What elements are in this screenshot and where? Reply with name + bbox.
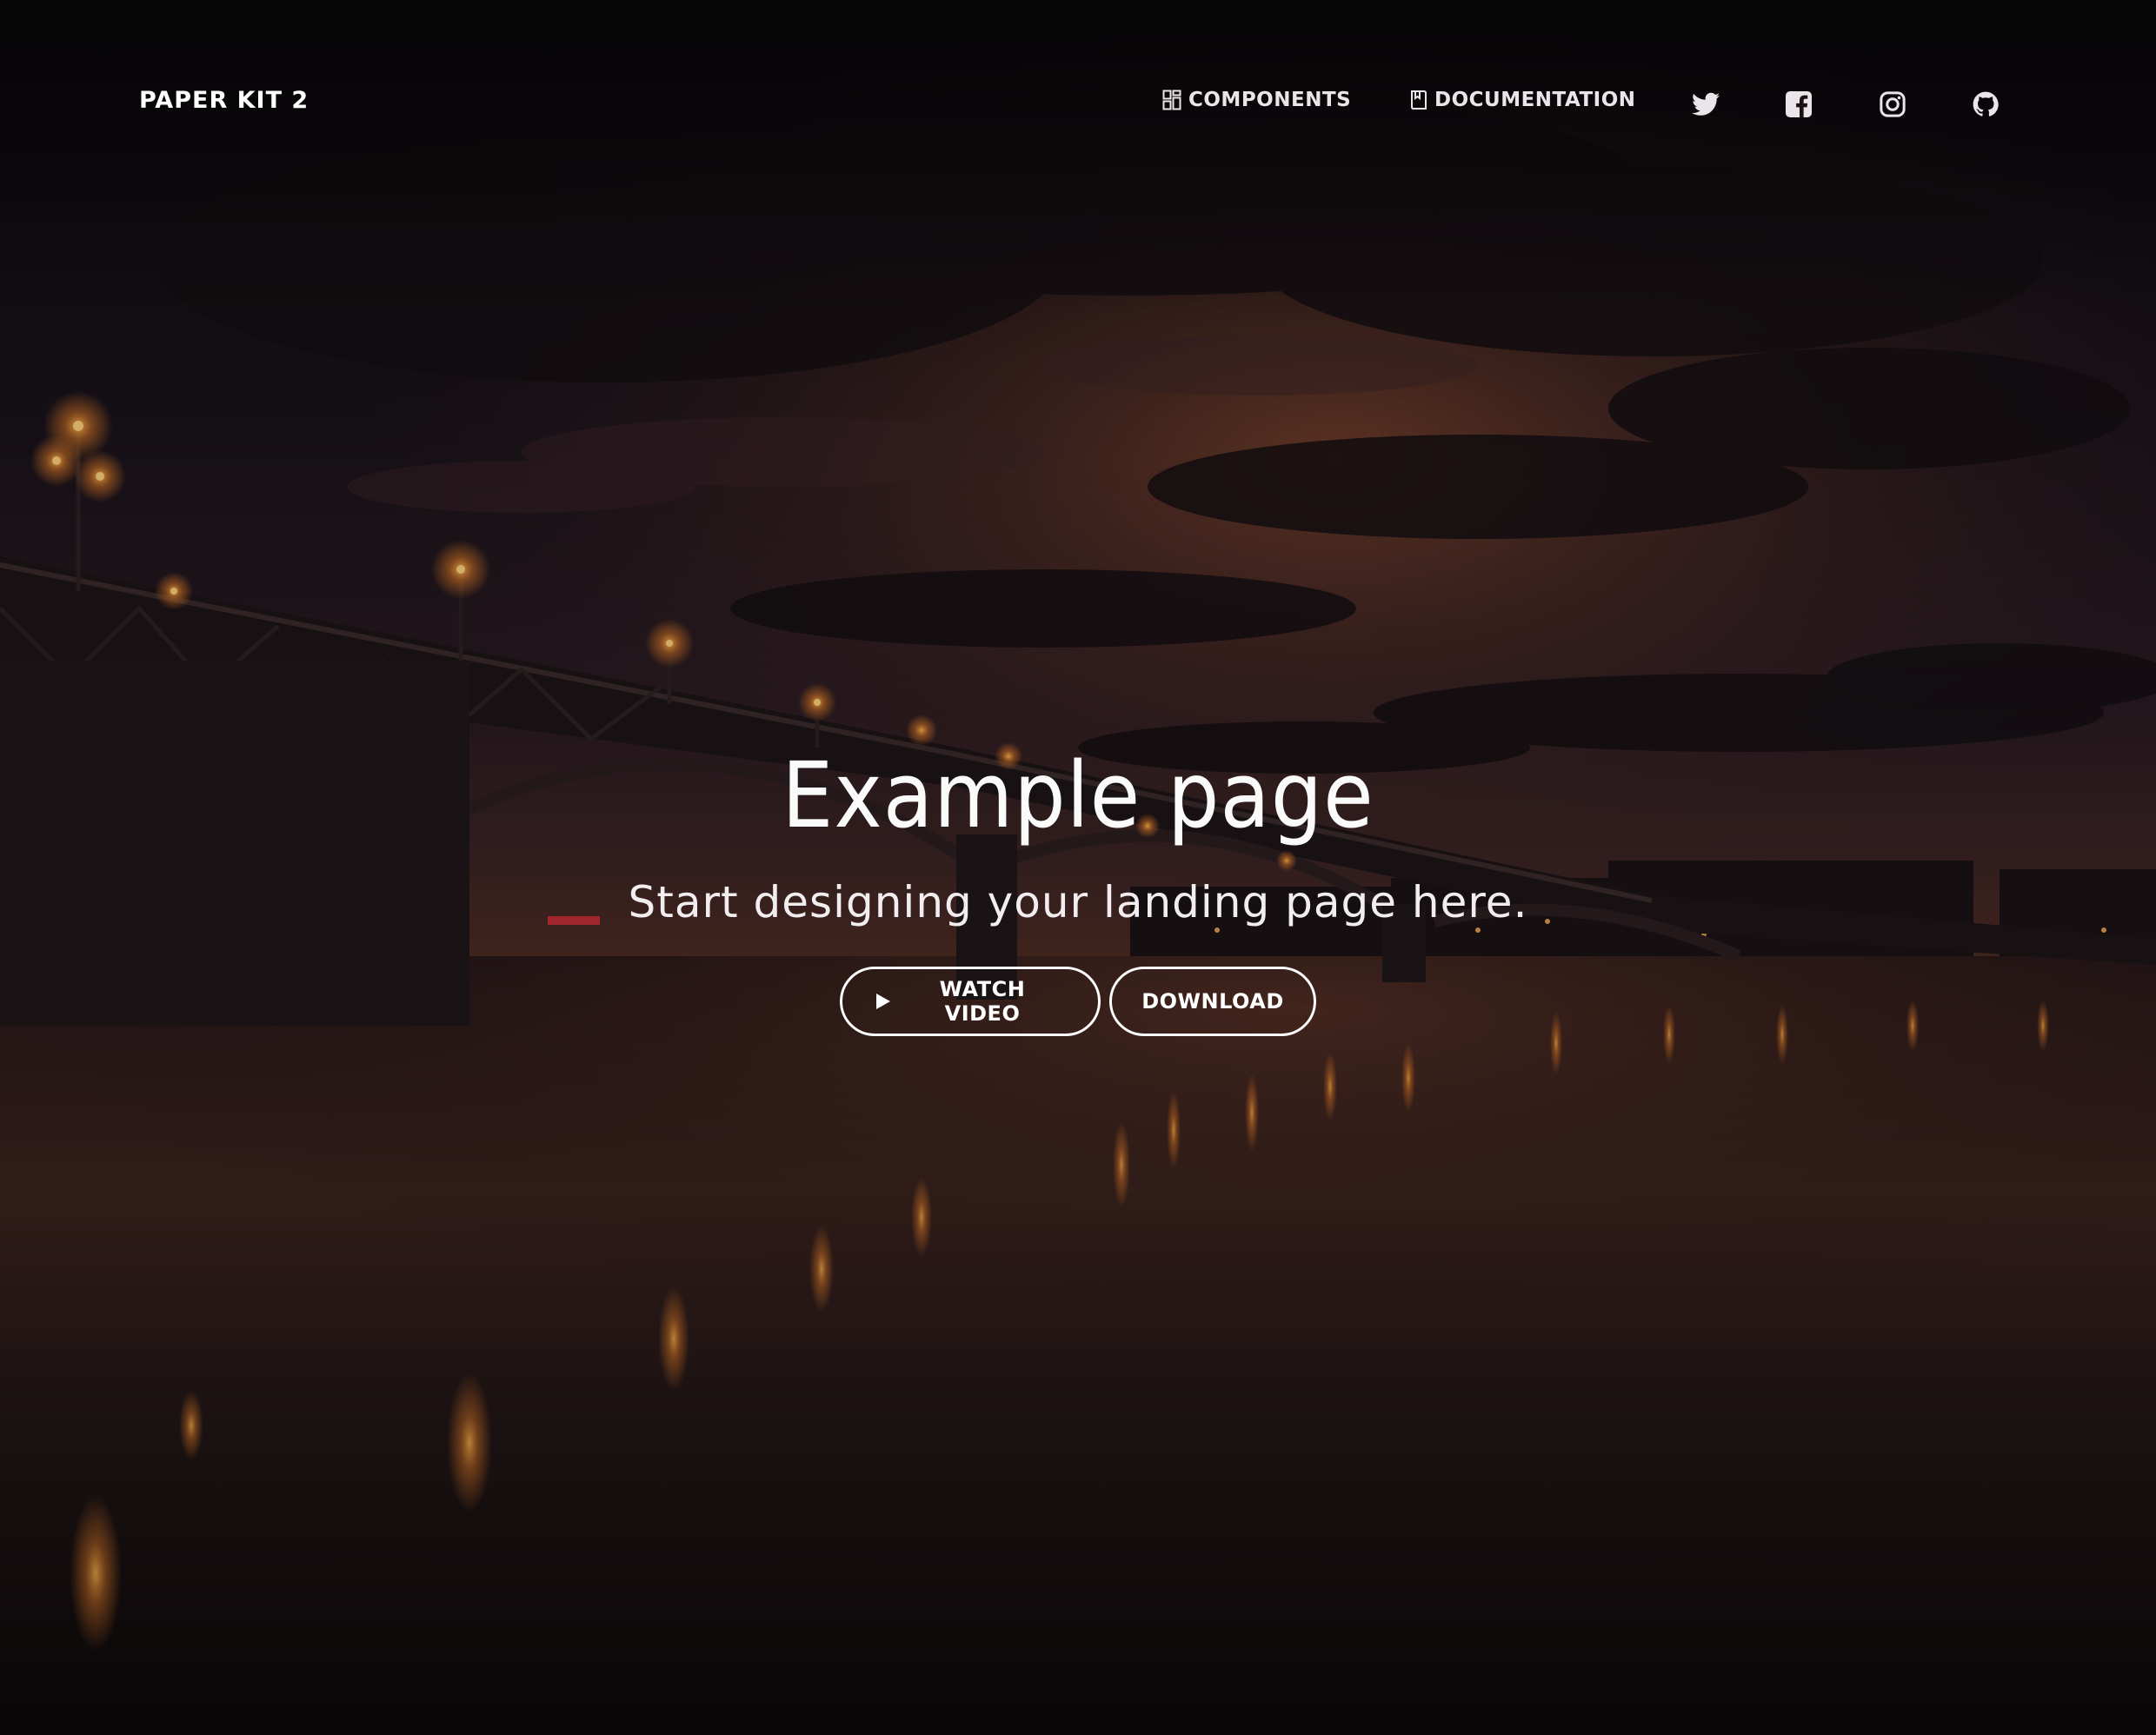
watch-video-button[interactable]: WATCH VIDEO: [840, 967, 1101, 1036]
github-icon: [1973, 91, 1999, 117]
instagram-link[interactable]: [1875, 87, 1910, 122]
hero-subtitle: Start designing your landing page here.: [628, 877, 1528, 927]
instagram-icon: [1880, 91, 1906, 117]
watch-video-label: WATCH VIDEO: [939, 977, 1026, 1026]
download-label: DOWNLOAD: [1141, 989, 1284, 1014]
brand-link[interactable]: PAPER KIT 2: [139, 87, 309, 114]
nav-link-components-label: COMPONENTS: [1188, 89, 1352, 111]
play-icon: [875, 993, 891, 1010]
landing-page: PAPER KIT 2 COMPONENTS DOCUMENTATION Exa…: [0, 0, 2156, 1735]
facebook-link[interactable]: [1781, 87, 1816, 122]
download-button[interactable]: DOWNLOAD: [1109, 967, 1316, 1036]
nav-link-components[interactable]: COMPONENTS: [1162, 89, 1351, 111]
twitter-icon: [1692, 92, 1720, 116]
twitter-link[interactable]: [1688, 87, 1723, 122]
nav-link-documentation[interactable]: DOCUMENTATION: [1410, 89, 1636, 111]
github-link[interactable]: [1968, 87, 2003, 122]
navbar: PAPER KIT 2 COMPONENTS DOCUMENTATION: [0, 0, 2156, 209]
book-icon: [1410, 90, 1427, 110]
layout-grid-icon: [1162, 90, 1181, 110]
hero-buttons: WATCH VIDEO DOWNLOAD: [0, 967, 2156, 1036]
hero-section: Example page Start designing your landin…: [0, 730, 2156, 1036]
facebook-square-icon: [1786, 91, 1812, 117]
nav-link-documentation-label: DOCUMENTATION: [1434, 89, 1636, 111]
hero-title: Example page: [782, 742, 1374, 848]
